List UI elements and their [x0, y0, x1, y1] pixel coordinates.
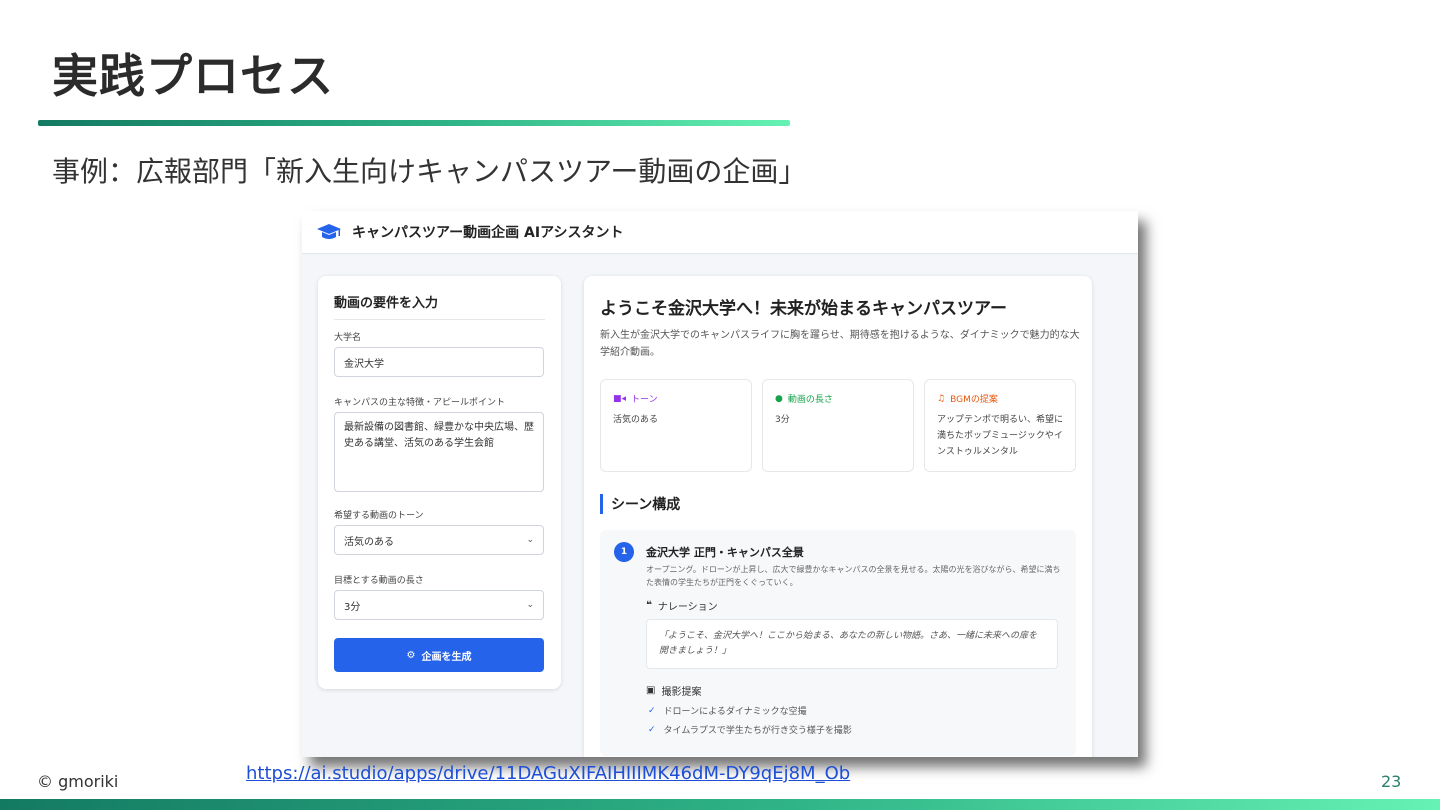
tone-value: 活気のある: [344, 536, 394, 548]
app-title: キャンパスツアー動画企画 AIアシスタント: [352, 225, 624, 241]
plan-result: ようこそ金沢大学へ！未来が始まるキャンパスツアー 新入生が金沢大学でのキャンパス…: [584, 276, 1092, 757]
clock-icon: ●: [775, 393, 783, 404]
gears-icon: ⚙: [406, 649, 416, 661]
list-item: ✓ ドローンによるダイナミックな空撮: [648, 705, 807, 718]
chevron-down-icon: ⌄: [526, 600, 534, 610]
graduation-cap-icon: [316, 222, 344, 242]
tone-label: 希望する動画のトーン: [334, 511, 424, 521]
university-value: 金沢大学: [344, 358, 384, 370]
features-textarea[interactable]: 最新設備の図書館、緑豊かな中央広場、歴史ある講堂、活気のある学生会館: [334, 412, 544, 492]
generate-label: 企画を生成: [421, 651, 472, 663]
quote-icon: ❝: [646, 599, 652, 611]
length-value: 3分: [344, 601, 361, 613]
generate-button[interactable]: ⚙ 企画を生成: [334, 638, 544, 672]
info-card-length: ● 動画の長さ 3分: [762, 379, 914, 472]
scene-title: 金沢大学 正門・キャンパス全景: [646, 546, 804, 559]
university-label: 大学名: [334, 333, 362, 343]
title-underline: [38, 120, 790, 126]
info-card-bgm: ♫ BGMの提案 アップテンポで明るい、希望に満ちたポップミュージックやインスト…: [924, 379, 1076, 472]
scene-card: 1 金沢大学 正門・キャンパス全景 オープニング。ドローンが上昇し、広大で緑豊か…: [600, 530, 1076, 757]
info-label: トーン: [631, 395, 658, 405]
scene-description: オープニング。ドローンが上昇し、広大で緑豊かなキャンパスの全景を見せる。太陽の光…: [646, 565, 1061, 587]
requirements-form: 動画の要件を入力 大学名 金沢大学 キャンパスの主な特徴・アピールポイント 最新…: [318, 276, 561, 689]
info-label: BGMの提案: [950, 395, 998, 405]
video-icon: ■◂: [613, 393, 627, 404]
info-value: 3分: [775, 415, 790, 425]
features-label: キャンパスの主な特徴・アピールポイント: [334, 398, 506, 408]
page-number: 23: [1381, 772, 1402, 791]
slide-title: 実践プロセス: [52, 49, 334, 103]
info-value: 活気のある: [613, 415, 659, 425]
shooting-label: 撮影提案: [661, 687, 702, 699]
check-icon: ✓: [648, 705, 656, 716]
scenes-heading: シーン構成: [600, 494, 1076, 514]
tone-select[interactable]: 活気のある ⌄: [334, 525, 544, 555]
list-item: ✓ タイムラプスで学生たちが行き交う様子を撮影: [648, 724, 852, 737]
plan-title: ようこそ金沢大学へ！未来が始まるキャンパスツアー: [600, 299, 1007, 319]
info-card-tone: ■◂ トーン 活気のある: [600, 379, 752, 472]
length-label: 目標とする動画の長さ: [334, 576, 424, 586]
info-label: 動画の長さ: [787, 395, 833, 405]
length-select[interactable]: 3分 ⌄: [334, 590, 544, 620]
app-screenshot: キャンパスツアー動画企画 AIアシスタント 動画の要件を入力 大学名 金沢大学 …: [302, 211, 1138, 757]
form-heading: 動画の要件を入力: [334, 292, 545, 320]
info-value: アップテンポで明るい、希望に満ちたポップミュージックやインストゥルメンタル: [937, 415, 1064, 457]
app-link[interactable]: https://ai.studio/apps/drive/11DAGuXIFAI…: [246, 763, 850, 784]
university-input[interactable]: 金沢大学: [334, 347, 544, 377]
narration-box: 「ようこそ、金沢大学へ！ここから始まる、あなたの新しい物語。さあ、一緒に未来への…: [646, 618, 1058, 670]
info-row: ■◂ トーン 活気のある ● 動画の長さ 3分 ♫ BGMの提案 アップテンポで…: [600, 379, 1076, 472]
chevron-down-icon: ⌄: [526, 535, 534, 545]
narration-label: ナレーション: [657, 601, 718, 613]
music-icon: ♫: [937, 393, 946, 404]
check-icon: ✓: [648, 724, 656, 735]
slide-subtitle: 事例：広報部門「新入生向けキャンパスツアー動画の企画」: [52, 155, 807, 188]
app-header: キャンパスツアー動画企画 AIアシスタント: [302, 211, 1138, 254]
plan-description: 新入生が金沢大学でのキャンパスライフに胸を躍らせ、期待感を抱けるような、ダイナミ…: [600, 330, 1080, 358]
camera-icon: ▣: [646, 685, 656, 697]
footer-bar: [0, 799, 1440, 810]
copyright: © gmoriki: [37, 772, 119, 791]
scene-number-badge: 1: [614, 542, 634, 562]
